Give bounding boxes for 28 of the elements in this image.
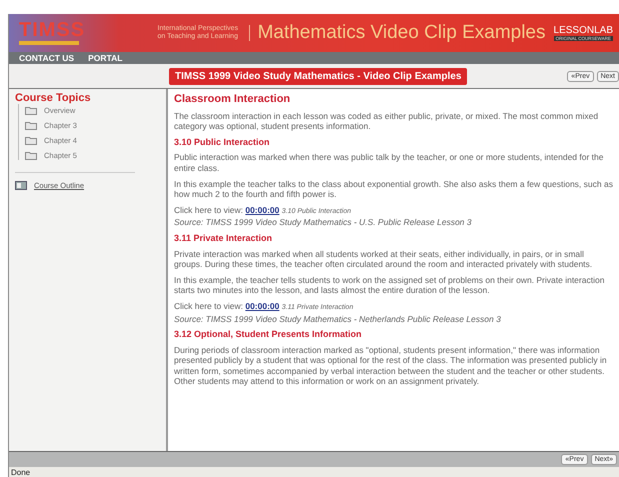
nav-link[interactable]: CONTACT US [19,53,74,63]
sidebar-heading: Course Topics [15,92,92,104]
view-label: Click here to view: [174,204,244,215]
video-link[interactable]: 00:00:00 [245,300,280,311]
paragraph: In this example the teacher talks to the class about exponential growth. She also asks them a few questions, such as how much 2 to the fourth and fifth power is. [174,178,613,200]
folder-icon [25,106,37,115]
nav-link[interactable]: PORTAL [88,53,122,63]
paragraph: In this example, the teacher tells students to work on the assigned set of problems on their own. Private interaction starts two minutes into the lesson, and lasts almost the entire duration of the lesson. [174,274,606,296]
folder-icon [25,151,37,160]
section-heading: 3.12 Optional, Student Presents Information [174,329,363,340]
status-text: Done [11,468,30,477]
section-heading: 3.11 Private Interaction [174,232,274,244]
view-label: Click here to view: [174,300,244,311]
paragraph: During periods of classroom interaction marked as "optional, students present information," there was information presented publicly by a student that was optional for the rest of the class. The information was presented publicly in written form, sometimes accompanied by verbal interaction between the student and the teacher or other students. Other students may attend to this information or work on an assignment privately. [174,344,608,388]
section-heading: 3.10 Public Interaction [174,136,271,148]
brand-logo[interactable]: LESSONLAB [554,25,613,36]
source-note: Source: TIMSS 1999 Video Study Mathematics - U.S. Public Release Lesson 3 [174,217,472,228]
folder-icon [25,121,37,130]
paragraph: Private interaction was marked when all students worked at their seats, either individually, in pairs, or in small groups. During these times, the teacher often circulated around the room and interacted privately with students. [174,248,594,270]
book-icon [15,181,27,190]
section-title: Classroom Interaction [174,94,292,105]
video-link[interactable]: 00:00:00 [245,204,280,215]
site-title: Mathematics Video Clip Examples [258,22,546,44]
paragraph: The classroom interaction in each lesson was coded as either public, private, or mixed. The most common mixed category was optional, student presents information. [174,110,600,132]
page-banner: TIMSS 1999 Video Study Mathematics - Video Clip Examples [169,68,468,84]
paragraph: Public interaction was marked when there was public talk by the teacher, or one or more students, intended for the entire class. [174,152,604,174]
folder-icon [25,136,37,145]
source-note: Source: TIMSS 1999 Video Study Mathematics - Netherlands Public Release Lesson 3 [174,314,501,324]
